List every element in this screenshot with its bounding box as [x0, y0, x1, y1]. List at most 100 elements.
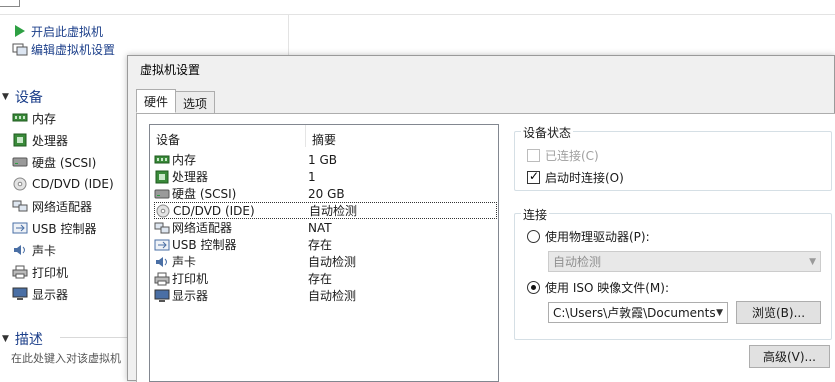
table-row[interactable]: 打印机 存在 — [154, 270, 497, 287]
bg-device-memory[interactable]: 内存 — [12, 107, 114, 129]
iso-image-radio-dot — [527, 281, 540, 294]
column-header-summary[interactable]: 摘要 — [312, 131, 336, 148]
device-name: 硬盘 (SCSI) — [172, 187, 237, 201]
device-summary: 1 GB — [308, 152, 337, 167]
memory-icon — [12, 111, 28, 125]
bg-device-hard-disk[interactable]: 硬盘 (SCSI) — [12, 151, 114, 173]
iso-image-radio[interactable]: 使用 ISO 映像文件(M): — [527, 279, 669, 296]
device-summary: 1 — [308, 169, 316, 184]
bg-device-label: USB 控制器 — [32, 221, 97, 236]
column-separator — [305, 125, 306, 147]
table-row[interactable]: 网络适配器 NAT — [154, 219, 497, 236]
tab-hardware[interactable]: 硬件 — [136, 89, 177, 113]
network-adapter-icon — [154, 221, 170, 235]
bg-device-label: 硬盘 (SCSI) — [32, 155, 97, 170]
bg-device-label: 处理器 — [32, 133, 69, 148]
connection-title: 连接 — [521, 206, 550, 223]
memory-icon — [154, 153, 170, 167]
table-row[interactable]: USB 控制器 存在 — [154, 236, 497, 253]
bg-device-printer[interactable]: 打印机 — [12, 261, 114, 283]
cd-dvd-icon — [155, 204, 171, 218]
devices-section-title: 设备 — [14, 90, 43, 106]
device-name: 内存 — [172, 153, 197, 167]
physical-drive-radio-dot — [527, 230, 540, 243]
bg-device-usb[interactable]: USB 控制器 — [12, 217, 114, 239]
device-summary: 存在 — [308, 272, 333, 286]
table-row[interactable]: 硬盘 (SCSI) 20 GB — [154, 185, 497, 202]
browse-button[interactable]: 浏览(B)... — [736, 301, 821, 324]
bg-device-label: CD/DVD (IDE) — [32, 177, 114, 191]
device-table[interactable]: 设备 摘要 内存 1 GB 处理器 1 硬盘 (SCSI) 20 GB CD/D… — [149, 124, 499, 382]
iso-path-combo[interactable]: C:\Users\卢敦霞\Documents ▼ — [548, 302, 728, 323]
table-row[interactable]: 显示器 自动检测 — [154, 287, 497, 304]
device-summary: 20 GB — [308, 186, 345, 201]
power-on-action[interactable]: 开启此虚拟机 — [12, 22, 115, 40]
description-placeholder[interactable]: 在此处键入对该虚拟机 — [11, 350, 121, 366]
network-adapter-icon — [12, 199, 28, 213]
display-icon — [12, 287, 28, 301]
advanced-button[interactable]: 高级(V)... — [749, 345, 830, 368]
device-name: 显示器 — [172, 289, 209, 303]
bg-device-processor[interactable]: 处理器 — [12, 129, 114, 151]
top-divider — [0, 14, 835, 15]
edit-settings-label: 编辑虚拟机设置 — [31, 42, 116, 57]
device-summary: 自动检测 — [308, 289, 357, 303]
processor-icon — [12, 133, 28, 147]
background-device-list: 内存 处理器 硬盘 (SCSI) CD/DVD (IDE) 网络适配器 USB … — [12, 107, 114, 305]
device-name: 网络适配器 — [172, 221, 233, 235]
table-row[interactable]: 内存 1 GB — [154, 151, 497, 168]
hard-disk-icon — [154, 187, 170, 201]
physical-drive-select[interactable]: 自动检测 ▼ — [548, 251, 821, 272]
device-summary: 存在 — [308, 238, 333, 252]
sound-card-icon — [12, 243, 28, 257]
bg-device-sound[interactable]: 声卡 — [12, 239, 114, 261]
device-name: 处理器 — [172, 170, 209, 184]
connect-on-start-checkbox[interactable]: 启动时连接(O) — [527, 169, 624, 186]
tab-options[interactable]: 选项 — [175, 91, 216, 113]
column-header-device[interactable]: 设备 — [156, 131, 180, 148]
processor-icon — [154, 170, 170, 184]
table-row[interactable]: 处理器 1 — [154, 168, 497, 185]
description-divider — [60, 337, 130, 338]
connect-on-start-label: 启动时连接(O) — [545, 171, 624, 185]
chevron-down-icon: ▼ — [716, 307, 723, 318]
edit-settings-action[interactable]: 编辑虚拟机设置 — [12, 40, 115, 58]
physical-drive-radio[interactable]: 使用物理驱动器(P): — [527, 228, 650, 245]
device-name: 打印机 — [172, 272, 209, 286]
usb-controller-icon — [12, 221, 28, 235]
device-summary: NAT — [308, 220, 332, 235]
bg-device-label: 显示器 — [32, 287, 69, 302]
devices-section-header[interactable]: ▼ 设备 — [2, 87, 43, 107]
description-section-title: 描述 — [14, 332, 43, 348]
bg-device-label: 打印机 — [32, 265, 69, 280]
device-name: CD/DVD (IDE) — [173, 203, 255, 218]
physical-drive-value: 自动检测 — [553, 255, 602, 269]
sound-card-icon — [154, 255, 170, 269]
tab-bar: 硬件 选项 — [136, 89, 216, 113]
description-section-header[interactable]: ▼ 描述 — [2, 329, 43, 349]
power-on-label: 开启此虚拟机 — [31, 24, 104, 39]
device-status-title: 设备状态 — [521, 124, 574, 141]
bg-device-network[interactable]: 网络适配器 — [12, 195, 114, 217]
connection-group: 连接 使用物理驱动器(P): 自动检测 ▼ 使用 ISO 映像文件(M): C:… — [514, 206, 832, 340]
connected-label: 已连接(C) — [545, 149, 599, 163]
display-icon — [154, 289, 170, 303]
device-name: USB 控制器 — [172, 238, 237, 252]
connected-checkbox-box — [527, 149, 540, 162]
physical-drive-label: 使用物理驱动器(P): — [545, 230, 650, 244]
connected-checkbox[interactable]: 已连接(C) — [527, 147, 599, 164]
collapse-arrow-icon: ▼ — [2, 334, 9, 344]
table-row[interactable]: 声卡 自动检测 — [154, 253, 497, 270]
iso-image-label: 使用 ISO 映像文件(M): — [545, 281, 669, 295]
collapse-arrow-icon: ▼ — [2, 92, 9, 102]
bg-device-cd-dvd[interactable]: CD/DVD (IDE) — [12, 173, 114, 195]
chevron-down-icon: ▼ — [809, 256, 816, 267]
iso-path-value: C:\Users\卢敦霞\Documents — [553, 306, 716, 320]
printer-icon — [154, 272, 170, 286]
printer-icon — [12, 265, 28, 279]
bg-device-display[interactable]: 显示器 — [12, 283, 114, 305]
dialog-title: 虚拟机设置 — [140, 63, 201, 77]
cd-dvd-icon — [12, 177, 28, 191]
vm-settings-dialog: 虚拟机设置 硬件 选项 设备 摘要 内存 1 GB 处理器 1 硬盘 (SCSI… — [127, 55, 835, 382]
table-row-selected[interactable]: CD/DVD (IDE) 自动检测 — [154, 202, 497, 219]
